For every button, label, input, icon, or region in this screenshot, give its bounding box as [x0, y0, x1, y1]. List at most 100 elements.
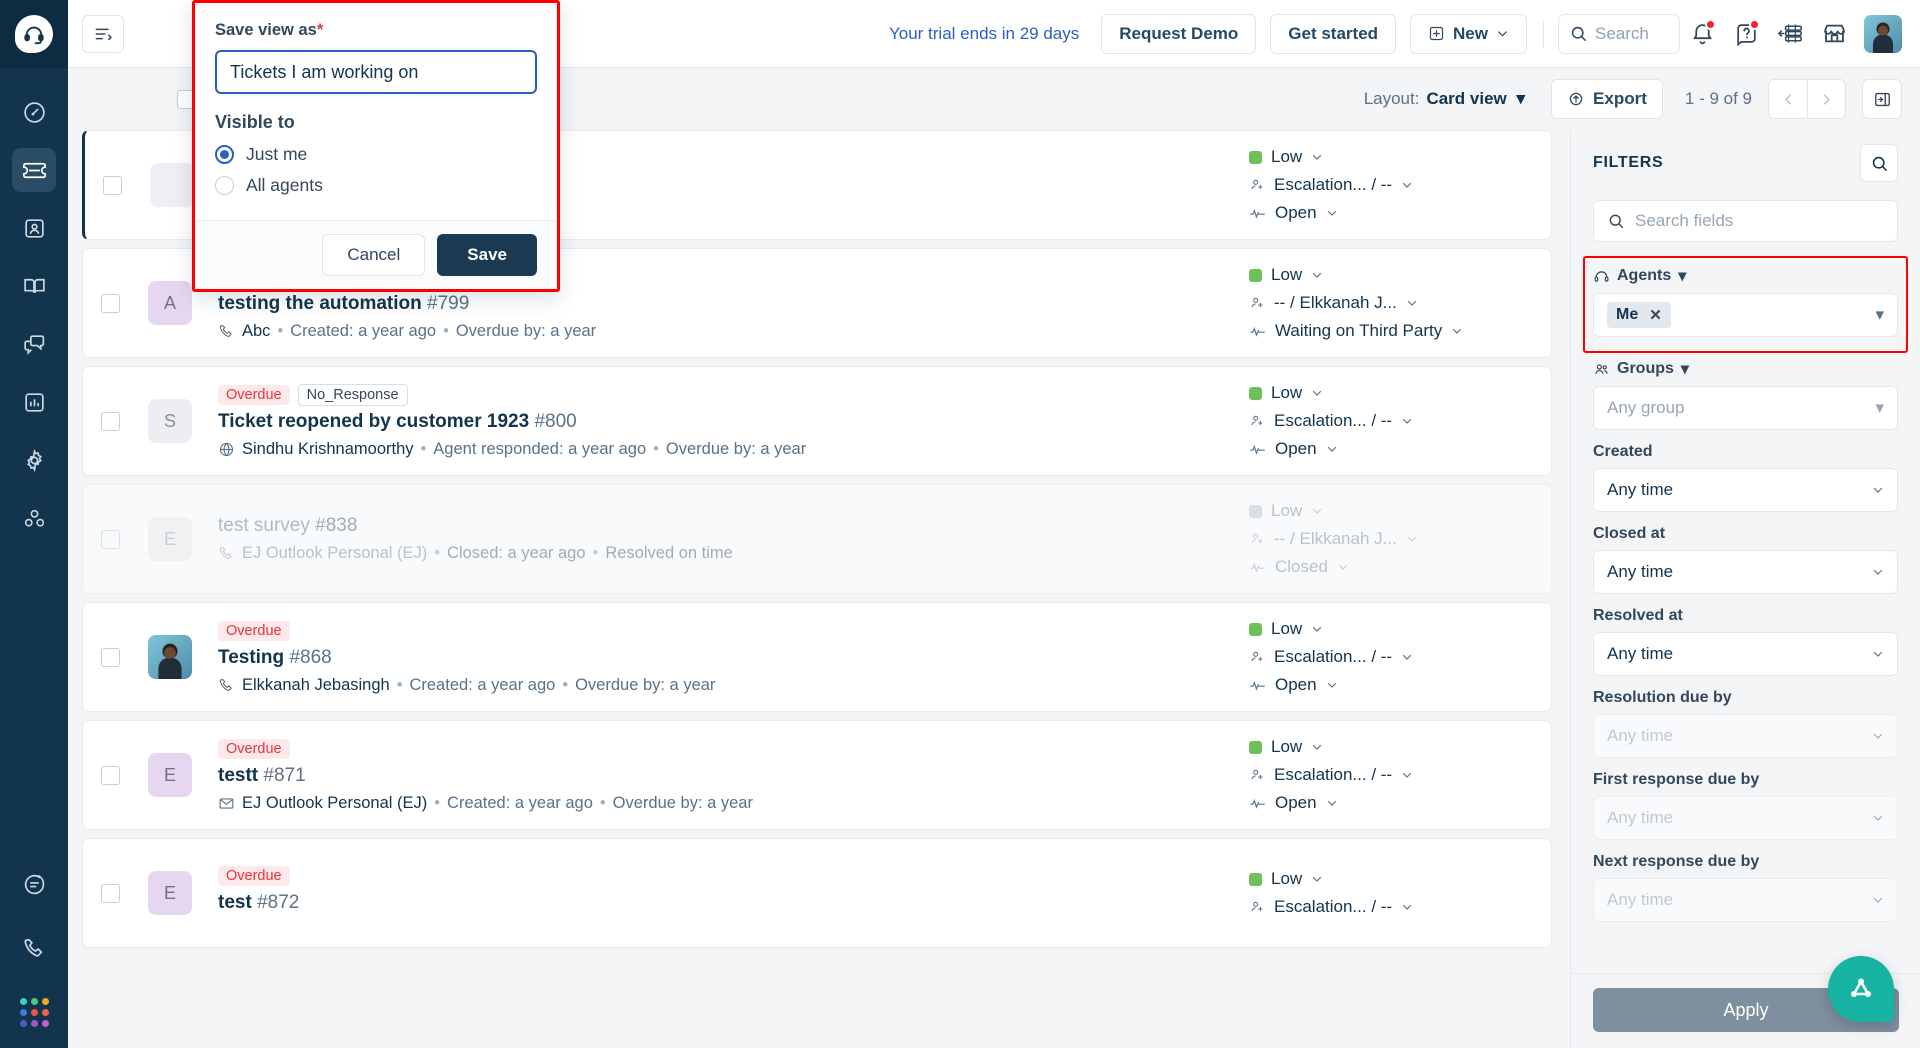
user-avatar[interactable]: [1864, 14, 1902, 53]
ticket-subject[interactable]: test #872: [218, 892, 1229, 914]
ticket-status[interactable]: Closed: [1249, 557, 1529, 577]
chevron-right-icon[interactable]: [1807, 80, 1845, 118]
ticket-priority[interactable]: Low: [1249, 147, 1529, 167]
filter-field-select[interactable]: Any time: [1593, 796, 1898, 840]
ticket-status[interactable]: Waiting on Third Party: [1249, 321, 1529, 341]
ticket-priority[interactable]: Low: [1249, 619, 1529, 639]
priority-color-swatch: [1249, 622, 1262, 636]
sidebar-item-phone[interactable]: [12, 926, 56, 970]
ticket-status[interactable]: Open: [1249, 675, 1529, 695]
ticket-assignee[interactable]: -- / Elkkanah J...: [1249, 293, 1529, 313]
product-logo[interactable]: [0, 0, 68, 68]
ticket-card[interactable]: E Overdue test #872 Low Escalation... / --: [82, 838, 1552, 948]
chevron-left-icon[interactable]: [1769, 80, 1807, 118]
ticket-assignee[interactable]: Escalation... / --: [1249, 175, 1529, 195]
search-fields-field[interactable]: [1635, 211, 1884, 231]
search-input[interactable]: Search: [1558, 13, 1680, 54]
ticket-status[interactable]: Open: [1249, 203, 1529, 223]
ticket-status[interactable]: Open: [1249, 439, 1529, 459]
ticket-checkbox[interactable]: [101, 529, 120, 549]
ticket-priority[interactable]: Low: [1249, 737, 1529, 757]
marketplace-storefront-icon[interactable]: [1812, 12, 1856, 56]
ticket-checkbox[interactable]: [101, 411, 120, 431]
request-demo-button[interactable]: Request Demo: [1101, 13, 1257, 54]
save-button[interactable]: Save: [437, 234, 537, 276]
sidebar-item-analytics[interactable]: [12, 380, 56, 424]
ticket-checkbox[interactable]: [101, 293, 120, 313]
status-label: Waiting on Third Party: [1275, 321, 1443, 340]
help-question-icon[interactable]: [1724, 12, 1768, 56]
sidebar-item-forums[interactable]: [12, 322, 56, 366]
get-started-button[interactable]: Get started: [1270, 13, 1397, 54]
ticket-priority[interactable]: Low: [1249, 383, 1529, 403]
freshworks-fab-button[interactable]: [1828, 956, 1894, 1022]
search-fields-input[interactable]: [1593, 200, 1898, 242]
filter-field-select[interactable]: Any time: [1593, 878, 1898, 922]
save-view-name-input[interactable]: [215, 50, 537, 94]
ticket-card[interactable]: E Overdue testt #871 EJ Outlook Personal (E…: [82, 720, 1552, 830]
sidebar-item-tickets[interactable]: [12, 148, 56, 192]
ticket-subject[interactable]: testt #871: [218, 765, 1229, 787]
cancel-button[interactable]: Cancel: [322, 234, 426, 276]
ticket-tag: Overdue: [218, 738, 290, 759]
ticket-priority[interactable]: Low: [1249, 869, 1529, 889]
sidebar-item-solutions[interactable]: [12, 264, 56, 308]
ticket-subject[interactable]: test survey #838: [218, 515, 1229, 537]
agents-filter-select[interactable]: Me ✕ ▾: [1593, 293, 1898, 337]
filter-field-select[interactable]: Any time: [1593, 550, 1898, 594]
ticket-subject[interactable]: Testing #868: [218, 647, 1229, 669]
filter-field-select[interactable]: Any time: [1593, 632, 1898, 676]
radio-just-me[interactable]: [215, 145, 234, 164]
ticket-tag: Overdue: [218, 384, 290, 405]
ticket-subject[interactable]: testing the automation #799: [218, 293, 1229, 315]
sidebar-item-dashboard[interactable]: [12, 90, 56, 134]
visible-to-just-me[interactable]: Just me: [215, 144, 537, 165]
ticket-subject[interactable]: Ticket reopened by customer 1923 #800: [218, 411, 1229, 433]
filter-field-select[interactable]: Any time: [1593, 468, 1898, 512]
ticket-checkbox[interactable]: [101, 765, 120, 785]
ticket-status[interactable]: Open: [1249, 793, 1529, 813]
ticket-assignee[interactable]: Escalation... / --: [1249, 647, 1529, 667]
visible-to-all-agents[interactable]: All agents: [215, 175, 537, 196]
sidebar-item-feedback[interactable]: [12, 862, 56, 906]
groups-filter-select[interactable]: Any group ▾: [1593, 386, 1898, 430]
sidebar-item-contacts[interactable]: [12, 206, 56, 250]
filter-list-icon[interactable]: [82, 14, 124, 53]
ticket-assignee[interactable]: -- / Elkkanah J...: [1249, 529, 1529, 549]
collapse-panel-icon[interactable]: [1862, 79, 1902, 119]
ticket-checkbox[interactable]: [101, 647, 120, 667]
filter-field-label: Closed at: [1593, 525, 1666, 542]
sidebar-item-apps[interactable]: [12, 990, 56, 1034]
trial-status-text[interactable]: Your trial ends in 29 days: [889, 24, 1079, 44]
filter-field-label: Next response due by: [1593, 853, 1760, 870]
ticket-meta-time: Created: a year ago: [447, 793, 593, 812]
speech-lines-icon: [22, 872, 47, 897]
notifications-bell-icon[interactable]: [1680, 12, 1724, 56]
filters-search-toggle[interactable]: [1860, 144, 1898, 182]
new-button[interactable]: New: [1410, 13, 1527, 54]
ticket-checkbox[interactable]: [101, 883, 120, 903]
sidebar-item-customers[interactable]: [12, 496, 56, 540]
export-button[interactable]: Export: [1551, 79, 1663, 119]
switch-account-icon[interactable]: [1768, 12, 1812, 56]
close-icon[interactable]: ✕: [1649, 306, 1662, 324]
filter-field-select[interactable]: Any time: [1593, 714, 1898, 758]
ticket-assignee[interactable]: Escalation... / --: [1249, 765, 1529, 785]
ticket-card[interactable]: Overdue Testing #868 Elkkanah Jebasingh • Cr…: [82, 602, 1552, 712]
priority-label: Low: [1271, 869, 1303, 888]
ticket-meta-overdue: Overdue by: a year: [665, 439, 807, 458]
chevron-down-icon: [1311, 873, 1323, 885]
layout-value-dropdown[interactable]: Card view ▾: [1426, 89, 1525, 109]
ticket-priority[interactable]: Low: [1249, 265, 1529, 285]
ticket-meta-overdue: Resolved on time: [605, 544, 733, 562]
groups-filter-label[interactable]: Groups ▾: [1593, 359, 1898, 379]
ticket-card[interactable]: S Overdue No_Response Ticket reopened by cu…: [82, 366, 1552, 476]
ticket-checkbox[interactable]: [103, 175, 122, 195]
radio-all-agents[interactable]: [215, 176, 234, 195]
ticket-priority[interactable]: Low: [1249, 501, 1529, 521]
sidebar-item-admin[interactable]: [12, 438, 56, 482]
agents-filter-label[interactable]: Agents ▾: [1593, 266, 1898, 286]
ticket-assignee[interactable]: Escalation... / --: [1249, 897, 1529, 917]
ticket-assignee[interactable]: Escalation... / --: [1249, 411, 1529, 431]
ticket-card[interactable]: Etest survey #838 EJ Outlook Personal (EJ…: [82, 484, 1552, 594]
